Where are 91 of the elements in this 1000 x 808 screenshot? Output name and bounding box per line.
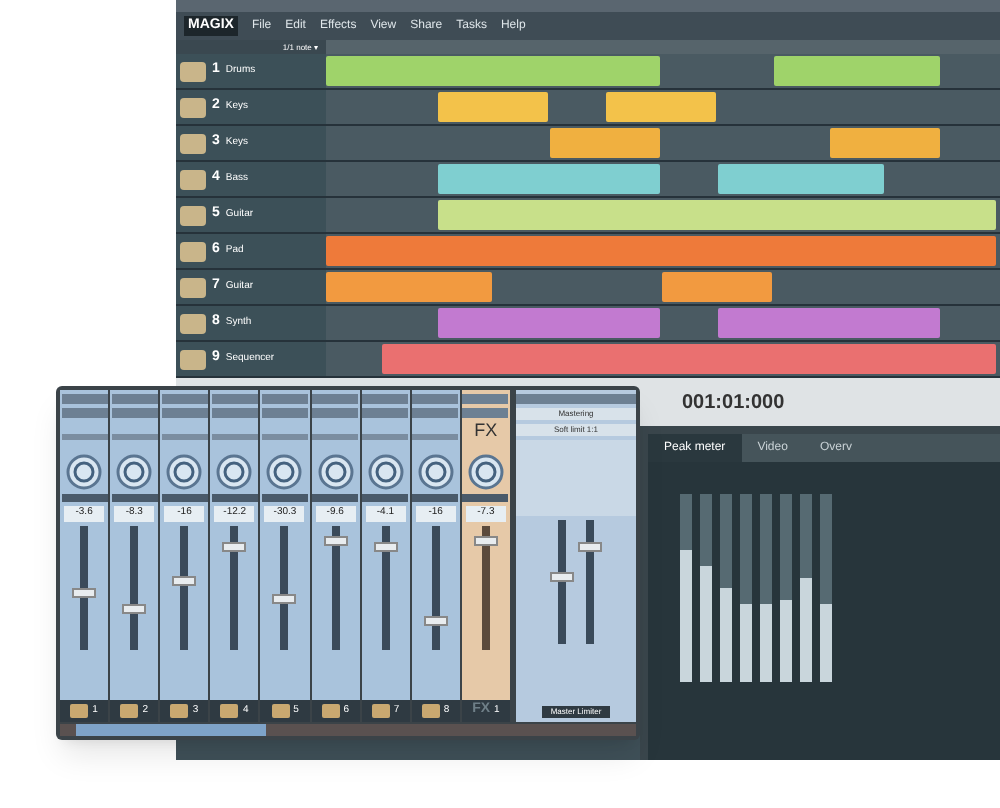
send-bar [111, 434, 158, 440]
instrument-icon [220, 704, 239, 718]
eq-display [515, 440, 636, 516]
instrument-icon [180, 205, 206, 225]
fx-title: FX [474, 422, 498, 444]
dropdown-field[interactable] [312, 408, 359, 418]
audio-clip[interactable] [326, 236, 996, 266]
instrument-icon [271, 704, 290, 718]
solo-mute-buttons[interactable] [111, 494, 158, 502]
pan-knob[interactable] [216, 454, 253, 490]
instrument-icon [421, 704, 440, 718]
pan-knob[interactable] [317, 454, 354, 490]
dropdown-field[interactable] [412, 408, 459, 418]
dropdown-field[interactable] [412, 394, 459, 404]
fader-handle[interactable] [222, 542, 247, 553]
dropdown-field[interactable] [515, 394, 636, 404]
audio-clip[interactable] [830, 128, 940, 158]
fader-handle[interactable] [323, 536, 348, 547]
pan-knob[interactable] [367, 454, 404, 490]
send-bar [161, 434, 208, 440]
instrument-icon [180, 133, 206, 153]
fader-handle[interactable] [577, 542, 602, 553]
dropdown-field[interactable] [61, 394, 108, 404]
audio-clip[interactable] [382, 344, 996, 374]
solo-mute-buttons[interactable] [312, 494, 359, 502]
fader-handle[interactable] [122, 604, 147, 615]
dropdown-field[interactable] [261, 408, 308, 418]
audio-clip[interactable] [438, 92, 548, 122]
instrument-icon [180, 313, 206, 333]
fader-handle[interactable] [423, 616, 448, 627]
dropdown-field[interactable] [211, 394, 258, 404]
solo-mute-buttons[interactable] [412, 494, 459, 502]
fader-handle[interactable] [72, 587, 97, 598]
audio-clip[interactable] [438, 164, 660, 194]
solo-mute-buttons[interactable] [261, 494, 308, 502]
send-bar [61, 434, 108, 440]
audio-clip[interactable] [550, 128, 660, 158]
dropdown-field[interactable] [111, 394, 158, 404]
pan-knob[interactable] [467, 454, 504, 490]
instrument-icon [180, 349, 206, 369]
fader-handle[interactable] [373, 542, 398, 553]
fader-handle[interactable] [172, 576, 197, 587]
instrument-icon [180, 61, 206, 81]
audio-clip[interactable] [662, 272, 772, 302]
solo-mute-buttons[interactable] [362, 494, 409, 502]
audio-clip[interactable] [438, 308, 660, 338]
fader-handle[interactable] [473, 536, 498, 547]
dropdown-field[interactable] [312, 394, 359, 404]
send-bar [261, 434, 308, 440]
solo-mute-buttons[interactable] [61, 494, 108, 502]
audio-clip[interactable] [326, 272, 492, 302]
audio-clip[interactable] [438, 200, 996, 230]
instrument-icon [180, 169, 206, 189]
instrument-icon [180, 97, 206, 117]
dropdown-field[interactable] [111, 408, 158, 418]
audio-clip[interactable] [718, 164, 884, 194]
dropdown-field[interactable] [161, 394, 208, 404]
send-bar [412, 434, 459, 440]
instrument-icon [180, 241, 206, 261]
audio-clip[interactable] [718, 308, 940, 338]
instrument-icon [70, 704, 89, 718]
dropdown-field[interactable] [161, 408, 208, 418]
dropdown-field[interactable] [261, 394, 308, 404]
audio-clip[interactable] [774, 56, 940, 86]
time-display: 001:01:000 [682, 389, 785, 417]
fader-handle[interactable] [549, 571, 574, 582]
send-bar [211, 434, 258, 440]
instrument-icon [120, 704, 139, 718]
send-bar [312, 434, 359, 440]
audio-clip[interactable] [606, 92, 716, 122]
dropdown-field[interactable] [462, 394, 509, 404]
pan-knob[interactable] [66, 454, 103, 490]
dropdown-field[interactable] [462, 408, 509, 418]
audio-clip[interactable] [326, 56, 660, 86]
dropdown-field[interactable] [61, 408, 108, 418]
solo-mute-buttons[interactable] [161, 494, 208, 502]
dropdown-field[interactable] [362, 408, 409, 418]
instrument-icon [170, 704, 189, 718]
send-bar [362, 434, 409, 440]
dropdown-field[interactable] [211, 408, 258, 418]
pan-knob[interactable] [116, 454, 153, 490]
solo-mute-buttons[interactable] [211, 494, 258, 502]
solo-mute-buttons[interactable] [462, 494, 509, 502]
instrument-icon [321, 704, 340, 718]
dropdown-field[interactable] [362, 394, 409, 404]
fader-handle[interactable] [272, 593, 297, 604]
instrument-icon [371, 704, 390, 718]
pan-knob[interactable] [166, 454, 203, 490]
pan-knob[interactable] [417, 454, 454, 490]
pan-knob[interactable] [266, 454, 303, 490]
instrument-icon [180, 277, 206, 297]
